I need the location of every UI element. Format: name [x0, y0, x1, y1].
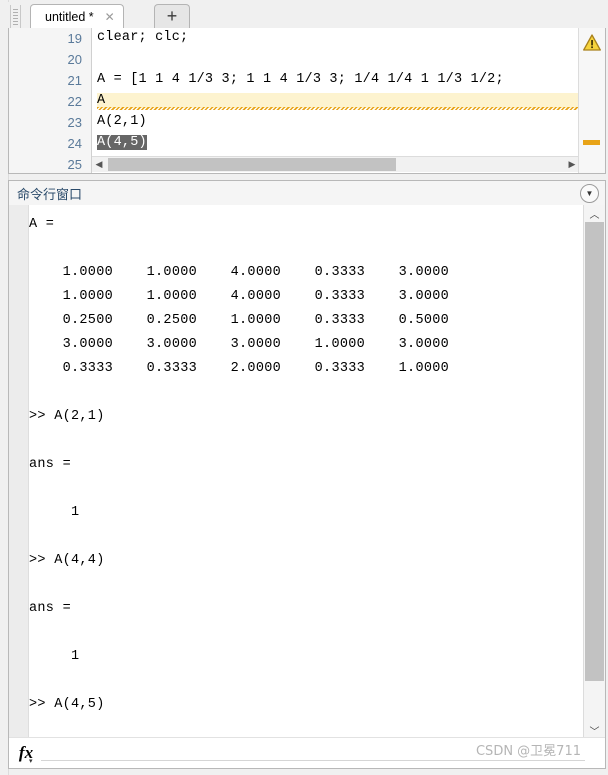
new-tab-button[interactable]: +: [154, 4, 190, 28]
output-line-prompt: >> A(4,4): [29, 553, 105, 568]
output-line: ans =: [29, 457, 72, 472]
output-line-prompt: >> A(2,1): [29, 409, 105, 424]
watermark-text: CSDN @卫冕711: [475, 744, 581, 759]
matlab-window: untitled * ✕ + 19 20 21 22 23 24 25 clea…: [0, 0, 608, 775]
line-number: 25: [67, 157, 82, 172]
output-line: A =: [29, 217, 55, 232]
scroll-down-icon[interactable]: ﹀: [584, 722, 605, 738]
command-window-title: 命令行窗口: [17, 187, 83, 203]
footer-divider: [41, 760, 585, 761]
command-window-titlebar: 命令行窗口 ▼: [9, 181, 605, 206]
editor-body: 19 20 21 22 23 24 25 clear; clc; A = [1 …: [8, 28, 606, 174]
plus-icon: +: [166, 6, 178, 26]
code-line-22: A: [97, 93, 579, 110]
editor-tab-bar: untitled * ✕ +: [8, 2, 606, 29]
command-window-footer: fx ▾ CSDN @卫冕711: [9, 737, 605, 768]
line-number: 23: [67, 115, 82, 130]
code-line-24-selected: A(4,5): [97, 135, 147, 150]
editor-marker-strip[interactable]: [578, 28, 605, 173]
command-window-scrollbar[interactable]: ︿ ﹀: [583, 205, 605, 738]
hscrollbar-thumb[interactable]: [108, 158, 396, 171]
chevron-down-icon: ▼: [585, 189, 594, 198]
editor-horizontal-scrollbar[interactable]: ◀ ▶: [92, 156, 579, 172]
panel-options-button[interactable]: ▼: [580, 184, 599, 203]
chevron-down-icon: ▾: [29, 758, 33, 765]
editor-tab-label: untitled *: [45, 9, 94, 24]
output-line: 1.0000 1.0000 4.0000 0.3333 3.0000: [29, 265, 450, 280]
code-line-21: A = [1 1 4 1/3 3; 1 1 4 1/3 3; 1/4 1/4 1…: [97, 72, 513, 87]
scroll-right-icon[interactable]: ▶: [565, 157, 579, 172]
line-number: 22: [67, 94, 82, 109]
output-line: 1.0000 1.0000 4.0000 0.3333 3.0000: [29, 289, 450, 304]
editor-line-number-gutter: 19 20 21 22 23 24 25: [9, 28, 92, 173]
output-line-value: 1: [29, 505, 80, 520]
editor-tab-untitled[interactable]: untitled * ✕: [30, 4, 124, 28]
line-number: 20: [67, 52, 82, 67]
scroll-up-icon[interactable]: ︿: [584, 205, 605, 221]
panel-drag-handle[interactable]: [10, 5, 21, 29]
command-window-output[interactable]: A = 1.0000 1.0000 4.0000 0.3333 3.0000 1…: [29, 205, 584, 738]
output-line: 0.3333 0.3333 2.0000 0.3333 1.0000: [29, 361, 450, 376]
code-line-23: A(2,1): [97, 114, 147, 129]
function-browser-button[interactable]: fx ▾: [13, 739, 39, 766]
output-line-prompt: >> A(4,5): [29, 697, 105, 712]
editor-code-area[interactable]: clear; clc; A = [1 1 4 1/3 3; 1 1 4 1/3 …: [92, 28, 579, 173]
warning-triangle-icon[interactable]: [583, 34, 601, 51]
scroll-left-icon[interactable]: ◀: [92, 157, 106, 172]
command-window-gutter: [9, 205, 29, 738]
output-line: 3.0000 3.0000 3.0000 1.0000 3.0000: [29, 337, 450, 352]
scrollbar-thumb[interactable]: [585, 222, 604, 681]
close-icon[interactable]: ✕: [103, 10, 117, 24]
line-number: 19: [67, 31, 82, 46]
output-line: 0.2500 0.2500 1.0000 0.3333 0.5000: [29, 313, 450, 328]
code-marker[interactable]: [583, 140, 600, 145]
command-window-panel: 命令行窗口 ▼ A = 1.0000 1.0000 4.0000 0.3333 …: [8, 180, 606, 769]
output-line: ans =: [29, 601, 72, 616]
line-number: 24: [67, 136, 82, 151]
output-line-value: 1: [29, 649, 80, 664]
code-line-19: clear; clc;: [97, 30, 189, 45]
line-number: 21: [67, 73, 82, 88]
editor-panel: untitled * ✕ + 19 20 21 22 23 24 25 clea…: [8, 2, 606, 174]
